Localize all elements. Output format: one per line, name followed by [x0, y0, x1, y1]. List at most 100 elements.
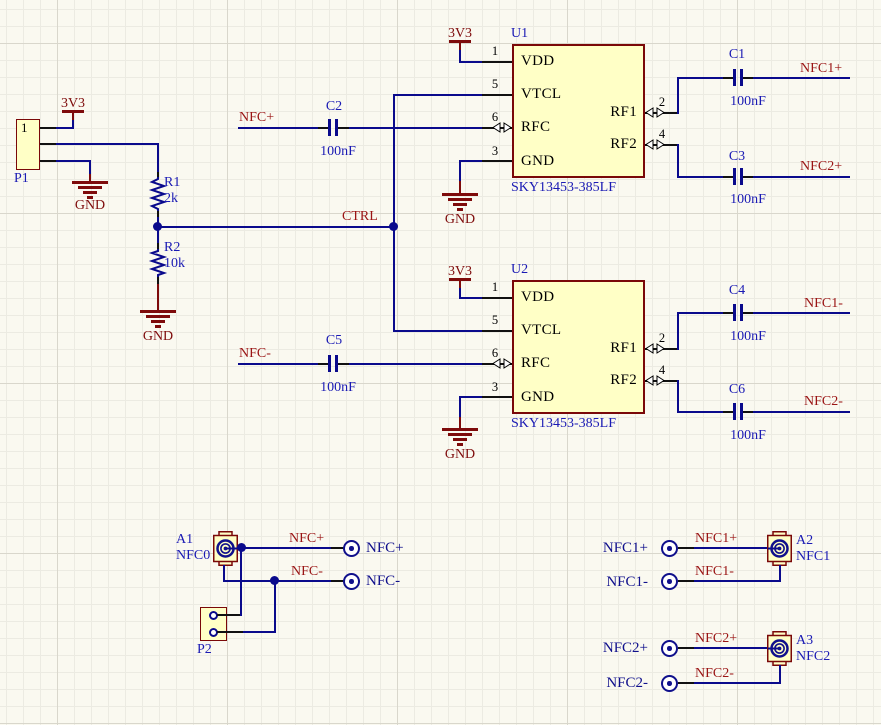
- net-label-nfc-minus[interactable]: NFC-: [239, 346, 271, 361]
- wire: [753, 411, 850, 413]
- a3-net-name: NFC2: [796, 649, 831, 664]
- bidirectional-pin-arrow-icon: [492, 122, 512, 133]
- gnd-bar: [448, 433, 472, 436]
- wire: [677, 380, 679, 413]
- c2-value: 100nF: [320, 144, 356, 159]
- net-label-nfc2-plus[interactable]: NFC2+: [695, 631, 737, 646]
- port-label-nfc1-plus: NFC1+: [602, 540, 648, 556]
- r1-designator: R1: [164, 175, 181, 190]
- port-label-nfc-plus: NFC+: [366, 540, 404, 556]
- gnd-bar[interactable]: [140, 310, 176, 313]
- power-stem: [459, 43, 461, 50]
- gnd-bar: [448, 198, 472, 201]
- capacitor-c6[interactable]: [733, 403, 736, 420]
- net-label-nfc-plus[interactable]: NFC+: [289, 531, 324, 546]
- u1-pin1-number: 1: [491, 44, 499, 58]
- wire: [677, 312, 679, 350]
- connector-p1[interactable]: [16, 119, 40, 170]
- net-label-nfc2-minus[interactable]: NFC2-: [695, 666, 734, 681]
- port-label-nfc-minus: NFC-: [366, 573, 401, 589]
- wire: [459, 297, 482, 299]
- u2-part-number: SKY13453-385LF: [511, 416, 617, 431]
- capacitor-c1[interactable]: [733, 69, 736, 86]
- u2-pin-rf1: RF1: [610, 340, 637, 356]
- port-nfc1-plus[interactable]: [661, 540, 678, 557]
- wire: [157, 226, 395, 228]
- wire: [243, 631, 276, 633]
- u2-pin-gnd: GND: [521, 389, 555, 405]
- wire: [677, 411, 723, 413]
- net-label-nfc1-plus[interactable]: NFC1+: [695, 531, 737, 546]
- gnd-bar: [151, 320, 165, 323]
- gnd-bar[interactable]: [442, 193, 478, 196]
- gnd-bar: [457, 208, 463, 211]
- wire: [459, 396, 461, 417]
- net-label-nfc1-plus[interactable]: NFC1+: [800, 61, 842, 76]
- c6-designator: C6: [728, 382, 746, 397]
- power-stem: [459, 281, 461, 288]
- port-stub: [678, 547, 694, 549]
- port-nfc1-minus[interactable]: [661, 573, 678, 590]
- u1-pin-vdd: VDD: [521, 53, 555, 69]
- a2-net-name: NFC1: [796, 549, 831, 564]
- wire: [677, 176, 723, 178]
- gnd-label: GND: [74, 198, 106, 213]
- cap-lead: [723, 312, 733, 314]
- gnd-bar[interactable]: [442, 428, 478, 431]
- u2-pin1-number: 1: [491, 280, 499, 294]
- net-label-nfc-plus[interactable]: NFC+: [239, 110, 274, 125]
- wire: [753, 77, 850, 79]
- capacitor-c4[interactable]: [733, 304, 736, 321]
- bidirectional-pin-arrow-icon: [645, 343, 665, 354]
- port-label-nfc2-plus: NFC2+: [602, 640, 648, 656]
- port-nfc-minus[interactable]: [343, 573, 360, 590]
- u1-pin-gnd: GND: [521, 153, 555, 169]
- port-nfc2-plus[interactable]: [661, 640, 678, 657]
- bidirectional-pin-arrow-icon: [645, 107, 665, 118]
- wire: [753, 312, 850, 314]
- coax-connector-a3[interactable]: [767, 631, 792, 666]
- u2-pin-rfc: RFC: [521, 355, 551, 371]
- cap-lead: [338, 363, 349, 365]
- pin-stub: [482, 94, 512, 96]
- wire: [89, 160, 91, 174]
- u2-pin3-number: 3: [491, 380, 499, 394]
- bidirectional-pin-arrow-icon: [645, 139, 665, 150]
- capacitor-c3[interactable]: [733, 168, 736, 185]
- port-nfc2-minus[interactable]: [661, 675, 678, 692]
- p1-designator: P1: [14, 171, 29, 186]
- gnd-bar: [453, 438, 467, 441]
- pin-stub: [482, 61, 512, 63]
- capacitor-c5[interactable]: [328, 355, 331, 372]
- pin-stub: [40, 160, 56, 162]
- cap-lead: [723, 411, 733, 413]
- net-label-nfc2-minus[interactable]: NFC2-: [804, 394, 843, 409]
- net-label-nfc2-plus[interactable]: NFC2+: [800, 159, 842, 174]
- pin-stub: [482, 330, 512, 332]
- wire: [459, 160, 461, 181]
- coax-connector-a1[interactable]: [213, 531, 238, 566]
- gnd-label: GND: [444, 447, 476, 462]
- wire: [274, 581, 276, 633]
- capacitor-c2[interactable]: [328, 119, 331, 136]
- wire: [459, 396, 482, 398]
- net-label-nfc-minus[interactable]: NFC-: [291, 564, 323, 579]
- cap-lead: [743, 312, 753, 314]
- c4-designator: C4: [728, 283, 746, 298]
- wire: [694, 647, 768, 649]
- net-label-ctrl[interactable]: CTRL: [342, 209, 378, 224]
- wire: [779, 665, 781, 684]
- port-stub: [678, 682, 694, 684]
- u2-designator: U2: [511, 262, 529, 277]
- net-label-nfc1-minus[interactable]: NFC1-: [804, 296, 843, 311]
- wire: [240, 548, 242, 616]
- gnd-bar[interactable]: [72, 181, 108, 184]
- port-nfc-plus[interactable]: [343, 540, 360, 557]
- u1-part-number: SKY13453-385LF: [511, 180, 617, 195]
- net-label-nfc1-minus[interactable]: NFC1-: [695, 564, 734, 579]
- wire: [56, 160, 91, 162]
- cap-lead: [723, 77, 733, 79]
- coax-connector-a2[interactable]: [767, 531, 792, 566]
- bidirectional-pin-arrow-icon: [645, 375, 665, 386]
- gnd-label: GND: [142, 329, 174, 344]
